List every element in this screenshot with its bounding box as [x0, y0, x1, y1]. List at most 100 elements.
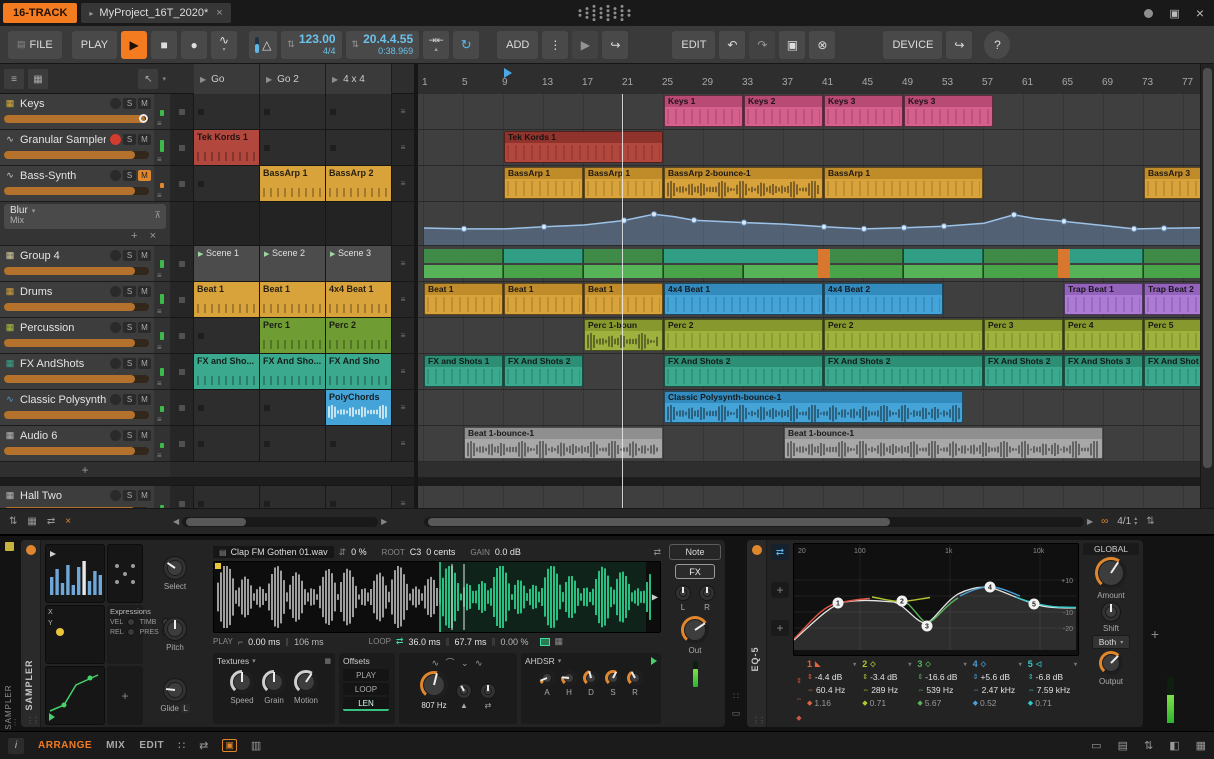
track-row[interactable]: ▦ Group 4 S M ≡ [0, 246, 170, 282]
mixer-panel-icon[interactable]: ▦ [1196, 739, 1206, 752]
clip-slot[interactable] [194, 390, 260, 425]
metronome-level-slider[interactable] [255, 36, 260, 53]
clip-slot[interactable] [194, 94, 260, 129]
pin-icon[interactable]: ⊼ [154, 210, 161, 221]
help-button[interactable]: ? [984, 30, 1011, 59]
arranger-clip[interactable]: FX And Shots 2 [664, 355, 823, 387]
snap-settings-icon[interactable]: ∷ [178, 739, 185, 752]
clip-slot[interactable] [260, 426, 326, 461]
automation-panel-icon[interactable]: ◧ [1169, 739, 1179, 752]
track-row[interactable]: ▦ Keys S M ≡ [0, 94, 170, 130]
fx-chip[interactable]: FX [675, 564, 715, 579]
scene-header-3[interactable]: ▶ 4 x 4 [326, 64, 392, 94]
band-caret-icon[interactable]: ▾ [853, 661, 856, 668]
filter-freq-knob[interactable] [420, 671, 448, 699]
eq-band-header[interactable]: 3 ◇ ▾ [915, 658, 968, 670]
clip-slot[interactable]: BassArp 1 [260, 166, 326, 201]
tempo-value[interactable]: 123.00 [299, 33, 336, 45]
group-lane-segment[interactable] [504, 249, 583, 263]
eq-q-value[interactable]: ◆ 0.71 [860, 697, 913, 709]
record-arm-button[interactable] [110, 490, 121, 501]
row-menu-icon[interactable]: ≡ [392, 246, 414, 281]
sampler-power-button[interactable] [26, 545, 36, 555]
track-row[interactable]: ∿ Granular Sampler S M ≡ [0, 130, 170, 166]
clip-slot[interactable] [260, 130, 326, 165]
clip-stop-cell[interactable] [170, 130, 194, 165]
grid-resolution-control[interactable]: 4/1 ▴ ▾ [1117, 516, 1137, 528]
clip-slot[interactable]: BassArp 2 [326, 166, 392, 201]
volume-slider[interactable] [4, 411, 149, 419]
clip-slot[interactable]: Perc 1 [260, 318, 326, 353]
eq-freq-value[interactable]: ⇔ 2.47 kHz [971, 684, 1024, 696]
xy-pad[interactable]: XY [45, 605, 105, 664]
arranger-clip[interactable]: Beat 1-bounce-1 [464, 427, 663, 459]
sample-waveform-display[interactable]: ▶ [213, 561, 661, 633]
clip-slot[interactable]: FX And Sho... [260, 354, 326, 389]
metronome-button[interactable]: △ [249, 30, 278, 59]
eq-modulator-chip[interactable]: ⇄ [771, 544, 789, 560]
clip-slot[interactable]: PolyChords [326, 390, 392, 425]
sustain-knob[interactable] [605, 670, 621, 686]
duplicate-button[interactable]: ▣ [779, 30, 806, 59]
mod-steps-widget[interactable] [45, 544, 105, 603]
automation-param-box[interactable]: Blur ▾ ⊼ Mix [4, 204, 166, 229]
scene-play-icon[interactable]: ▶ [200, 75, 206, 84]
arranger-clip[interactable]: BassArp 1 [584, 167, 663, 199]
record-arm-button[interactable] [110, 394, 121, 405]
device-button[interactable]: DEVICE [883, 30, 943, 59]
pan-left-knob[interactable] [675, 585, 691, 601]
dual-view-icon[interactable]: ⇄ [199, 739, 208, 752]
vertical-scrollbar-handle[interactable] [1203, 68, 1212, 468]
eq-add-modulator-1[interactable]: + [771, 582, 789, 598]
track-row[interactable]: ∿ Classic Polysynth S M ≡ [0, 390, 170, 426]
filter-res-knob[interactable] [456, 683, 472, 699]
close-launcher-icon[interactable]: × [65, 516, 71, 527]
play-menu-button[interactable]: PLAY [71, 30, 118, 59]
group-lane-segment[interactable] [664, 249, 823, 263]
redo-button[interactable]: ↷ [749, 30, 776, 59]
amount-knob[interactable] [1095, 557, 1127, 589]
sample-file-chip[interactable]: ▤ Clap FM Gothen 01.wav [213, 546, 334, 558]
arranger-clip[interactable]: Keys 3 [904, 95, 993, 127]
arranger-clip[interactable]: Perc 1-boun [584, 319, 663, 351]
scene-play-icon[interactable]: ▶ [266, 75, 272, 84]
follow-playback-button[interactable]: ▶ [572, 30, 599, 59]
mute-button[interactable]: M [138, 170, 151, 181]
insert-scene-button[interactable]: ⋮ [542, 30, 569, 59]
time-value[interactable]: 0:38.969 [378, 45, 413, 57]
clip-stop-cell[interactable] [170, 318, 194, 353]
record-arm-button[interactable] [110, 358, 121, 369]
add-automation-lane-button[interactable]: + [131, 230, 137, 242]
solo-button[interactable]: S [123, 286, 136, 297]
clip-slot[interactable]: ▶ Scene 1 [194, 246, 260, 281]
arranger-clip[interactable]: Perc 4 [1064, 319, 1143, 351]
solo-button[interactable]: S [123, 170, 136, 181]
clip-slot[interactable] [194, 426, 260, 461]
group-lane-segment[interactable] [984, 265, 1063, 278]
chain-grid-icon[interactable]: ∷ [733, 691, 739, 702]
launcher-grid-icon[interactable]: ▦ [27, 516, 36, 527]
arranger-clip[interactable]: Perc 5 [1144, 319, 1200, 351]
launcher-scrollbar-handle[interactable] [186, 517, 247, 526]
clip-slot[interactable] [194, 202, 260, 245]
eq-band-header[interactable]: 2 ◇ ▾ [860, 658, 913, 670]
loop-xfade-value[interactable]: 0.00 % [500, 637, 528, 647]
io-panel-icon[interactable]: ⇅ [1144, 739, 1153, 752]
solo-button[interactable]: S [123, 430, 136, 441]
row-menu-icon[interactable]: ≡ [392, 426, 414, 461]
eq-freq-value[interactable]: ⇔ 289 Hz [860, 684, 913, 696]
clip-slot[interactable]: Tek Kords 1 [194, 130, 260, 165]
clip-slot[interactable] [260, 486, 326, 508]
group-lane-segment[interactable] [504, 265, 583, 278]
clip-slot[interactable] [326, 202, 392, 245]
volume-slider[interactable] [4, 267, 149, 275]
track-row[interactable]: ▦Hall TwoSM≡ [0, 486, 170, 508]
arranger-scrollbar[interactable] [424, 516, 1084, 527]
tab-edit[interactable]: EDIT [139, 740, 164, 751]
decay-knob[interactable] [583, 670, 599, 686]
vel-knob[interactable] [126, 618, 135, 626]
clip-stop-cell[interactable] [170, 354, 194, 389]
scene-cell-play-icon[interactable]: ▶ [264, 250, 269, 258]
eq-band-header[interactable]: 5 ◁ ▾ [1026, 658, 1079, 670]
clip-slot[interactable]: FX and Sho... [194, 354, 260, 389]
